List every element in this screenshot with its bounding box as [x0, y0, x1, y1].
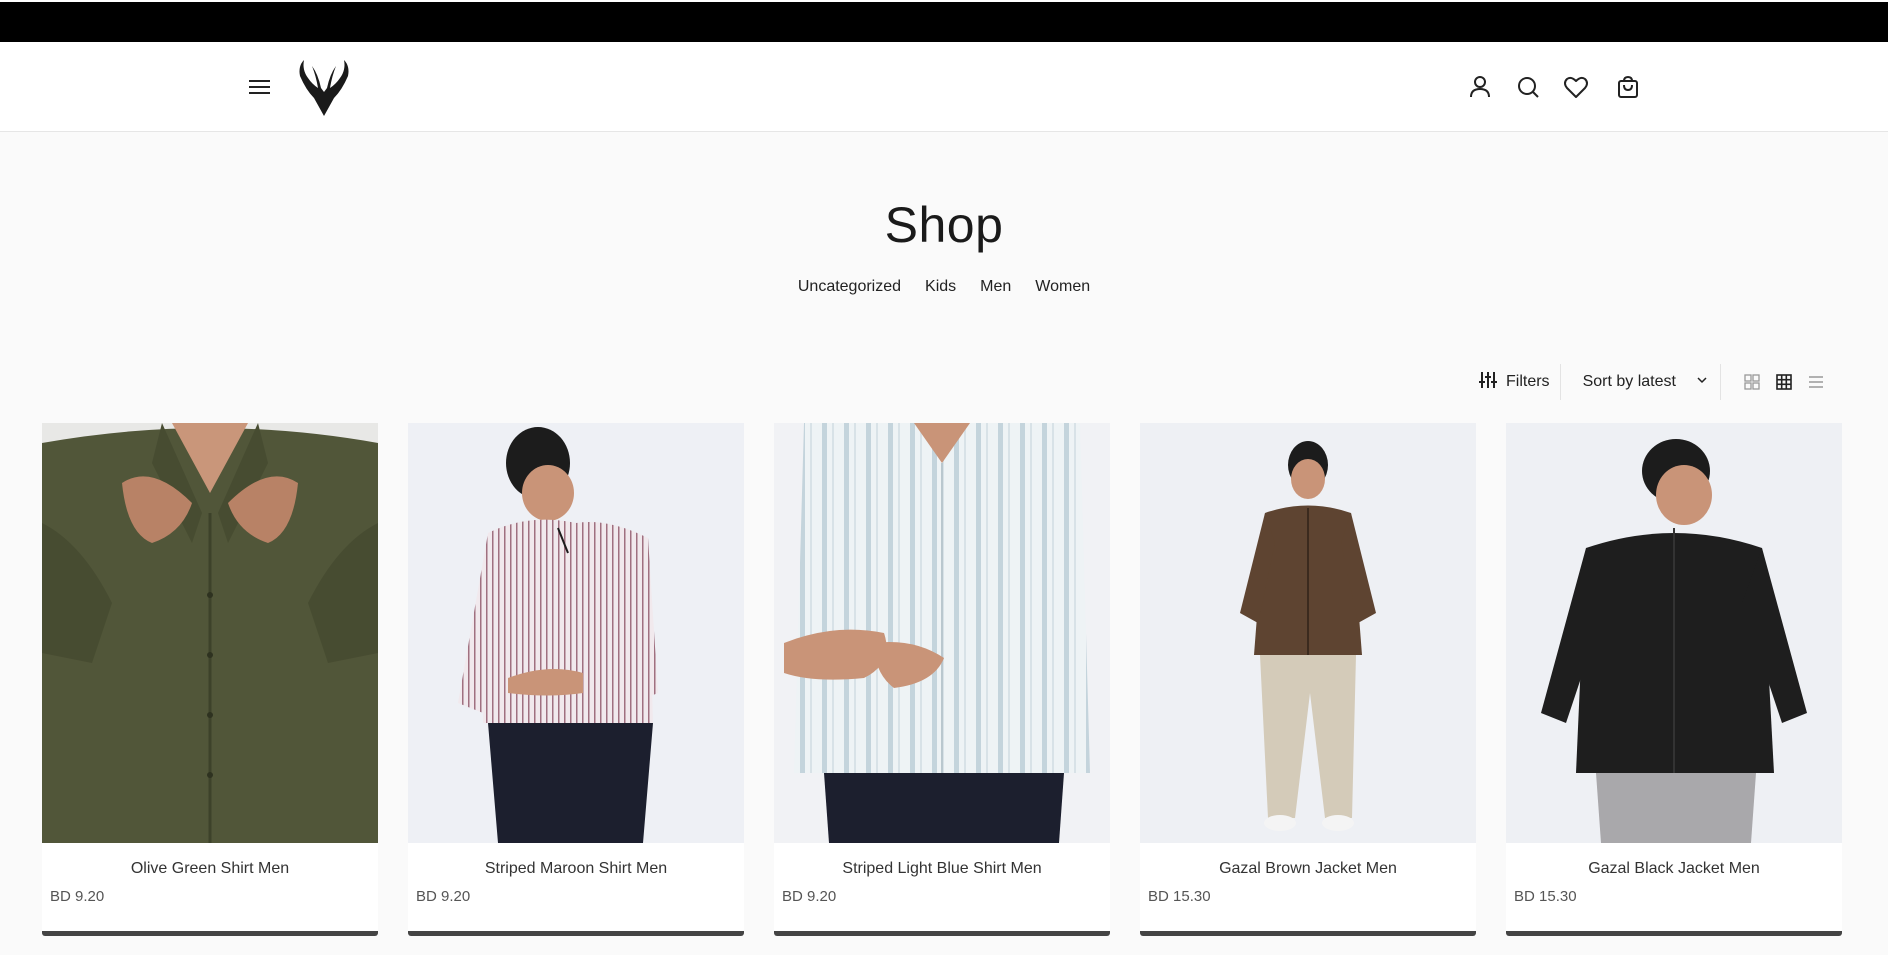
product-card[interactable]: Gazal Brown Jacket Men BD 15.30: [1140, 423, 1476, 936]
product-image[interactable]: [408, 423, 744, 843]
product-name[interactable]: Gazal Black Jacket Men: [1506, 860, 1842, 878]
filters-button[interactable]: Filters: [1478, 364, 1561, 400]
product-name[interactable]: Striped Light Blue Shirt Men: [774, 860, 1110, 878]
site-header: [0, 42, 1888, 132]
hamburger-menu-icon[interactable]: [246, 73, 274, 101]
product-card[interactable]: Gazal Black Jacket Men BD 15.30: [1506, 423, 1842, 936]
product-card[interactable]: Striped Maroon Shirt Men BD 9.20: [408, 423, 744, 936]
heart-wishlist-icon[interactable]: [1561, 72, 1591, 102]
product-price: BD 9.20: [50, 888, 105, 905]
product-image[interactable]: [1140, 423, 1476, 843]
category-link-women[interactable]: Women: [1035, 278, 1090, 296]
sliders-filter-icon: [1478, 370, 1498, 395]
grid-large-icon[interactable]: [1775, 373, 1793, 391]
chevron-down-icon: [1696, 373, 1708, 391]
product-name[interactable]: Olive Green Shirt Men: [42, 860, 378, 878]
product-grid: Olive Green Shirt Men BD 9.20 Striped Ma…: [42, 423, 1846, 936]
sort-select[interactable]: Sort by latest: [1561, 364, 1721, 400]
page-title: Shop: [884, 197, 1004, 253]
announcement-bar: [0, 0, 1888, 42]
product-price: BD 9.20: [416, 888, 471, 905]
category-link-kids[interactable]: Kids: [925, 278, 956, 296]
product-price: BD 15.30: [1514, 888, 1577, 905]
filters-label: Filters: [1506, 373, 1550, 390]
product-image[interactable]: [42, 423, 378, 843]
shopping-bag-icon[interactable]: [1613, 72, 1643, 102]
search-icon[interactable]: [1513, 72, 1543, 102]
product-price: BD 9.20: [782, 888, 837, 905]
list-view-icon[interactable]: [1807, 373, 1825, 391]
product-image[interactable]: [774, 423, 1110, 843]
product-card[interactable]: Olive Green Shirt Men BD 9.20: [42, 423, 378, 936]
category-link-men[interactable]: Men: [980, 278, 1011, 296]
user-account-icon[interactable]: [1465, 72, 1495, 102]
grid-small-icon[interactable]: [1743, 373, 1761, 391]
sort-label: Sort by latest: [1582, 373, 1676, 390]
product-name[interactable]: Gazal Brown Jacket Men: [1140, 860, 1476, 878]
product-name[interactable]: Striped Maroon Shirt Men: [408, 860, 744, 878]
product-price: BD 15.30: [1148, 888, 1211, 905]
category-nav: Uncategorized Kids Men Women: [0, 278, 1888, 296]
gazelle-antler-logo[interactable]: [296, 58, 352, 116]
product-card[interactable]: Striped Light Blue Shirt Men BD 9.20: [774, 423, 1110, 936]
product-image[interactable]: [1506, 423, 1842, 843]
category-link-uncategorized[interactable]: Uncategorized: [798, 278, 901, 296]
view-switcher: [1721, 373, 1825, 391]
shop-toolbar: Filters Sort by latest: [1478, 364, 1825, 400]
